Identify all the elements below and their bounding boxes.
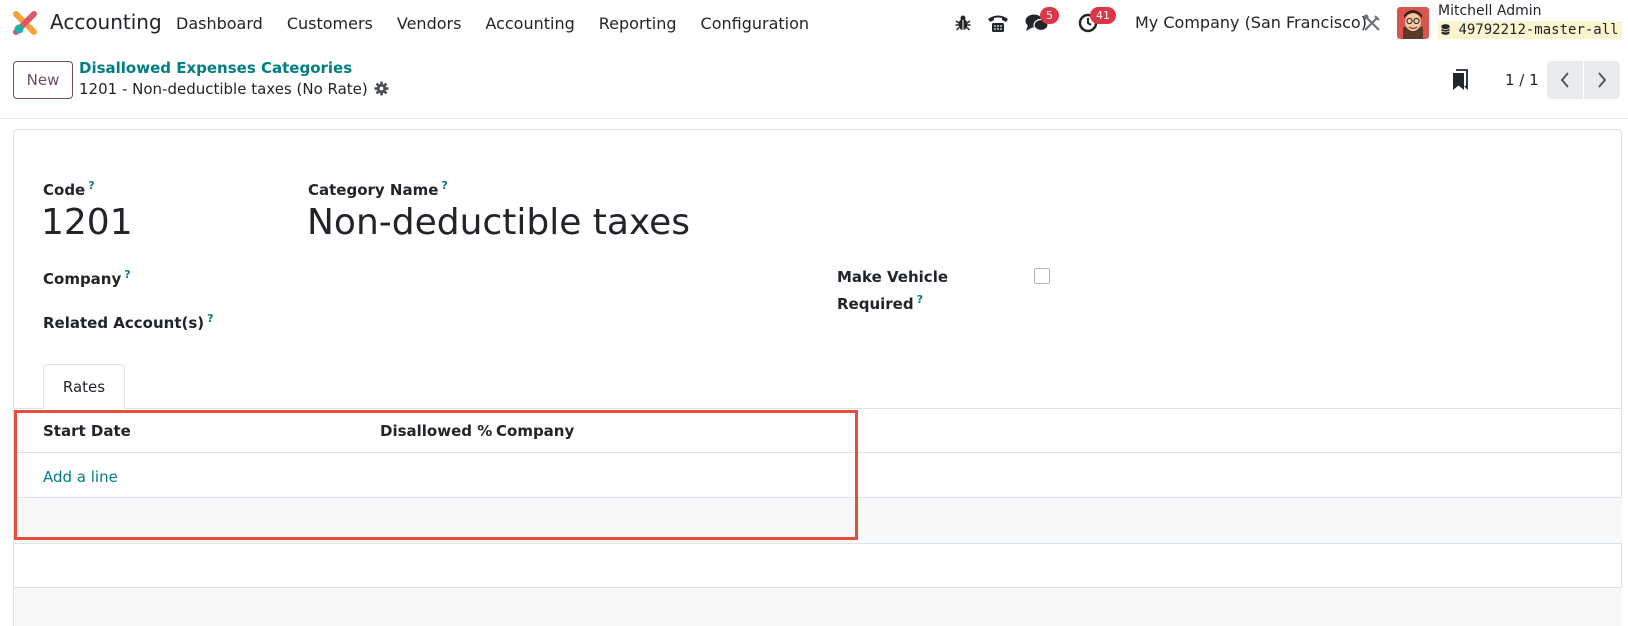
phone-icon bbox=[988, 15, 1008, 32]
debug-button[interactable] bbox=[954, 0, 972, 46]
tab-divider bbox=[14, 408, 1622, 409]
make-vehicle-label-line1: Make Vehicle bbox=[837, 268, 949, 286]
activities-count-badge: 41 bbox=[1090, 7, 1116, 24]
database-name-text: 49792212-master-all bbox=[1458, 22, 1619, 38]
tab-rates[interactable]: Rates bbox=[43, 364, 125, 409]
code-label-text: Code bbox=[43, 181, 86, 199]
category-name-help-tooltip[interactable]: ? bbox=[441, 179, 447, 192]
chevron-left-icon bbox=[1560, 72, 1569, 88]
voip-button[interactable] bbox=[987, 0, 1009, 46]
app-name[interactable]: Accounting bbox=[50, 10, 162, 34]
code-help-tooltip[interactable]: ? bbox=[88, 179, 94, 192]
company-label: Company? bbox=[43, 268, 131, 288]
menu-reporting[interactable]: Reporting bbox=[599, 14, 677, 33]
code-label: Code? bbox=[43, 179, 95, 199]
company-switcher[interactable]: My Company (San Francisco) bbox=[1135, 13, 1367, 32]
menu-accounting[interactable]: Accounting bbox=[485, 14, 574, 33]
pager-value[interactable]: 1 / 1 bbox=[1505, 71, 1539, 89]
accounting-app-icon[interactable] bbox=[12, 10, 38, 36]
table-row-divider bbox=[14, 543, 1622, 544]
table-row bbox=[14, 588, 1622, 626]
menu-configuration[interactable]: Configuration bbox=[701, 14, 810, 33]
company-help-tooltip[interactable]: ? bbox=[124, 268, 130, 281]
code-field[interactable]: 1201 bbox=[41, 202, 133, 243]
bug-icon bbox=[955, 15, 971, 31]
gear-icon[interactable] bbox=[374, 81, 389, 96]
make-vehicle-help-tooltip[interactable]: ? bbox=[917, 293, 923, 306]
add-a-line-link[interactable]: Add a line bbox=[43, 468, 118, 486]
pager-previous-button[interactable] bbox=[1547, 61, 1583, 99]
company-label-text: Company bbox=[43, 270, 122, 288]
form-sheet bbox=[13, 129, 1622, 626]
top-navbar: Accounting Dashboard Customers Vendors A… bbox=[0, 0, 1628, 46]
control-panel-divider bbox=[0, 118, 1628, 119]
table-row bbox=[14, 498, 1622, 543]
breadcrumb-current: 1201 - Non-deductible taxes (No Rate) bbox=[79, 80, 368, 98]
main-menu: Dashboard Customers Vendors Accounting R… bbox=[176, 0, 833, 46]
related-accounts-help-tooltip[interactable]: ? bbox=[207, 312, 213, 325]
make-vehicle-label-text: Required bbox=[837, 295, 914, 313]
database-name: 49792212-master-all bbox=[1438, 21, 1622, 39]
chevron-right-icon bbox=[1598, 72, 1607, 88]
database-icon bbox=[1441, 24, 1450, 35]
developer-tools-button[interactable] bbox=[1362, 0, 1382, 46]
column-start-date[interactable]: Start Date bbox=[43, 422, 131, 440]
bookmark-icon[interactable] bbox=[1451, 69, 1469, 91]
category-name-label: Category Name? bbox=[308, 179, 448, 199]
menu-vendors[interactable]: Vendors bbox=[397, 14, 462, 33]
pager-next-button[interactable] bbox=[1584, 61, 1620, 99]
related-accounts-label-text: Related Account(s) bbox=[43, 314, 205, 332]
messages-count-badge: 5 bbox=[1040, 7, 1059, 24]
table-header-divider bbox=[14, 452, 1622, 453]
user-name[interactable]: Mitchell Admin bbox=[1438, 3, 1542, 19]
column-company[interactable]: Company bbox=[496, 422, 574, 440]
tools-icon bbox=[1363, 14, 1380, 31]
menu-dashboard[interactable]: Dashboard bbox=[176, 14, 263, 33]
user-avatar[interactable] bbox=[1397, 7, 1429, 39]
related-accounts-label: Related Account(s)? bbox=[43, 312, 214, 332]
category-name-label-text: Category Name bbox=[308, 181, 439, 199]
make-vehicle-label-line2: Required? bbox=[837, 293, 923, 313]
new-button[interactable]: New bbox=[13, 61, 73, 99]
breadcrumb-parent[interactable]: Disallowed Expenses Categories bbox=[79, 59, 352, 77]
category-name-field[interactable]: Non-deductible taxes bbox=[307, 202, 690, 243]
column-disallowed-percent[interactable]: Disallowed % bbox=[380, 422, 492, 440]
menu-customers[interactable]: Customers bbox=[287, 14, 373, 33]
make-vehicle-required-checkbox[interactable] bbox=[1034, 268, 1050, 284]
